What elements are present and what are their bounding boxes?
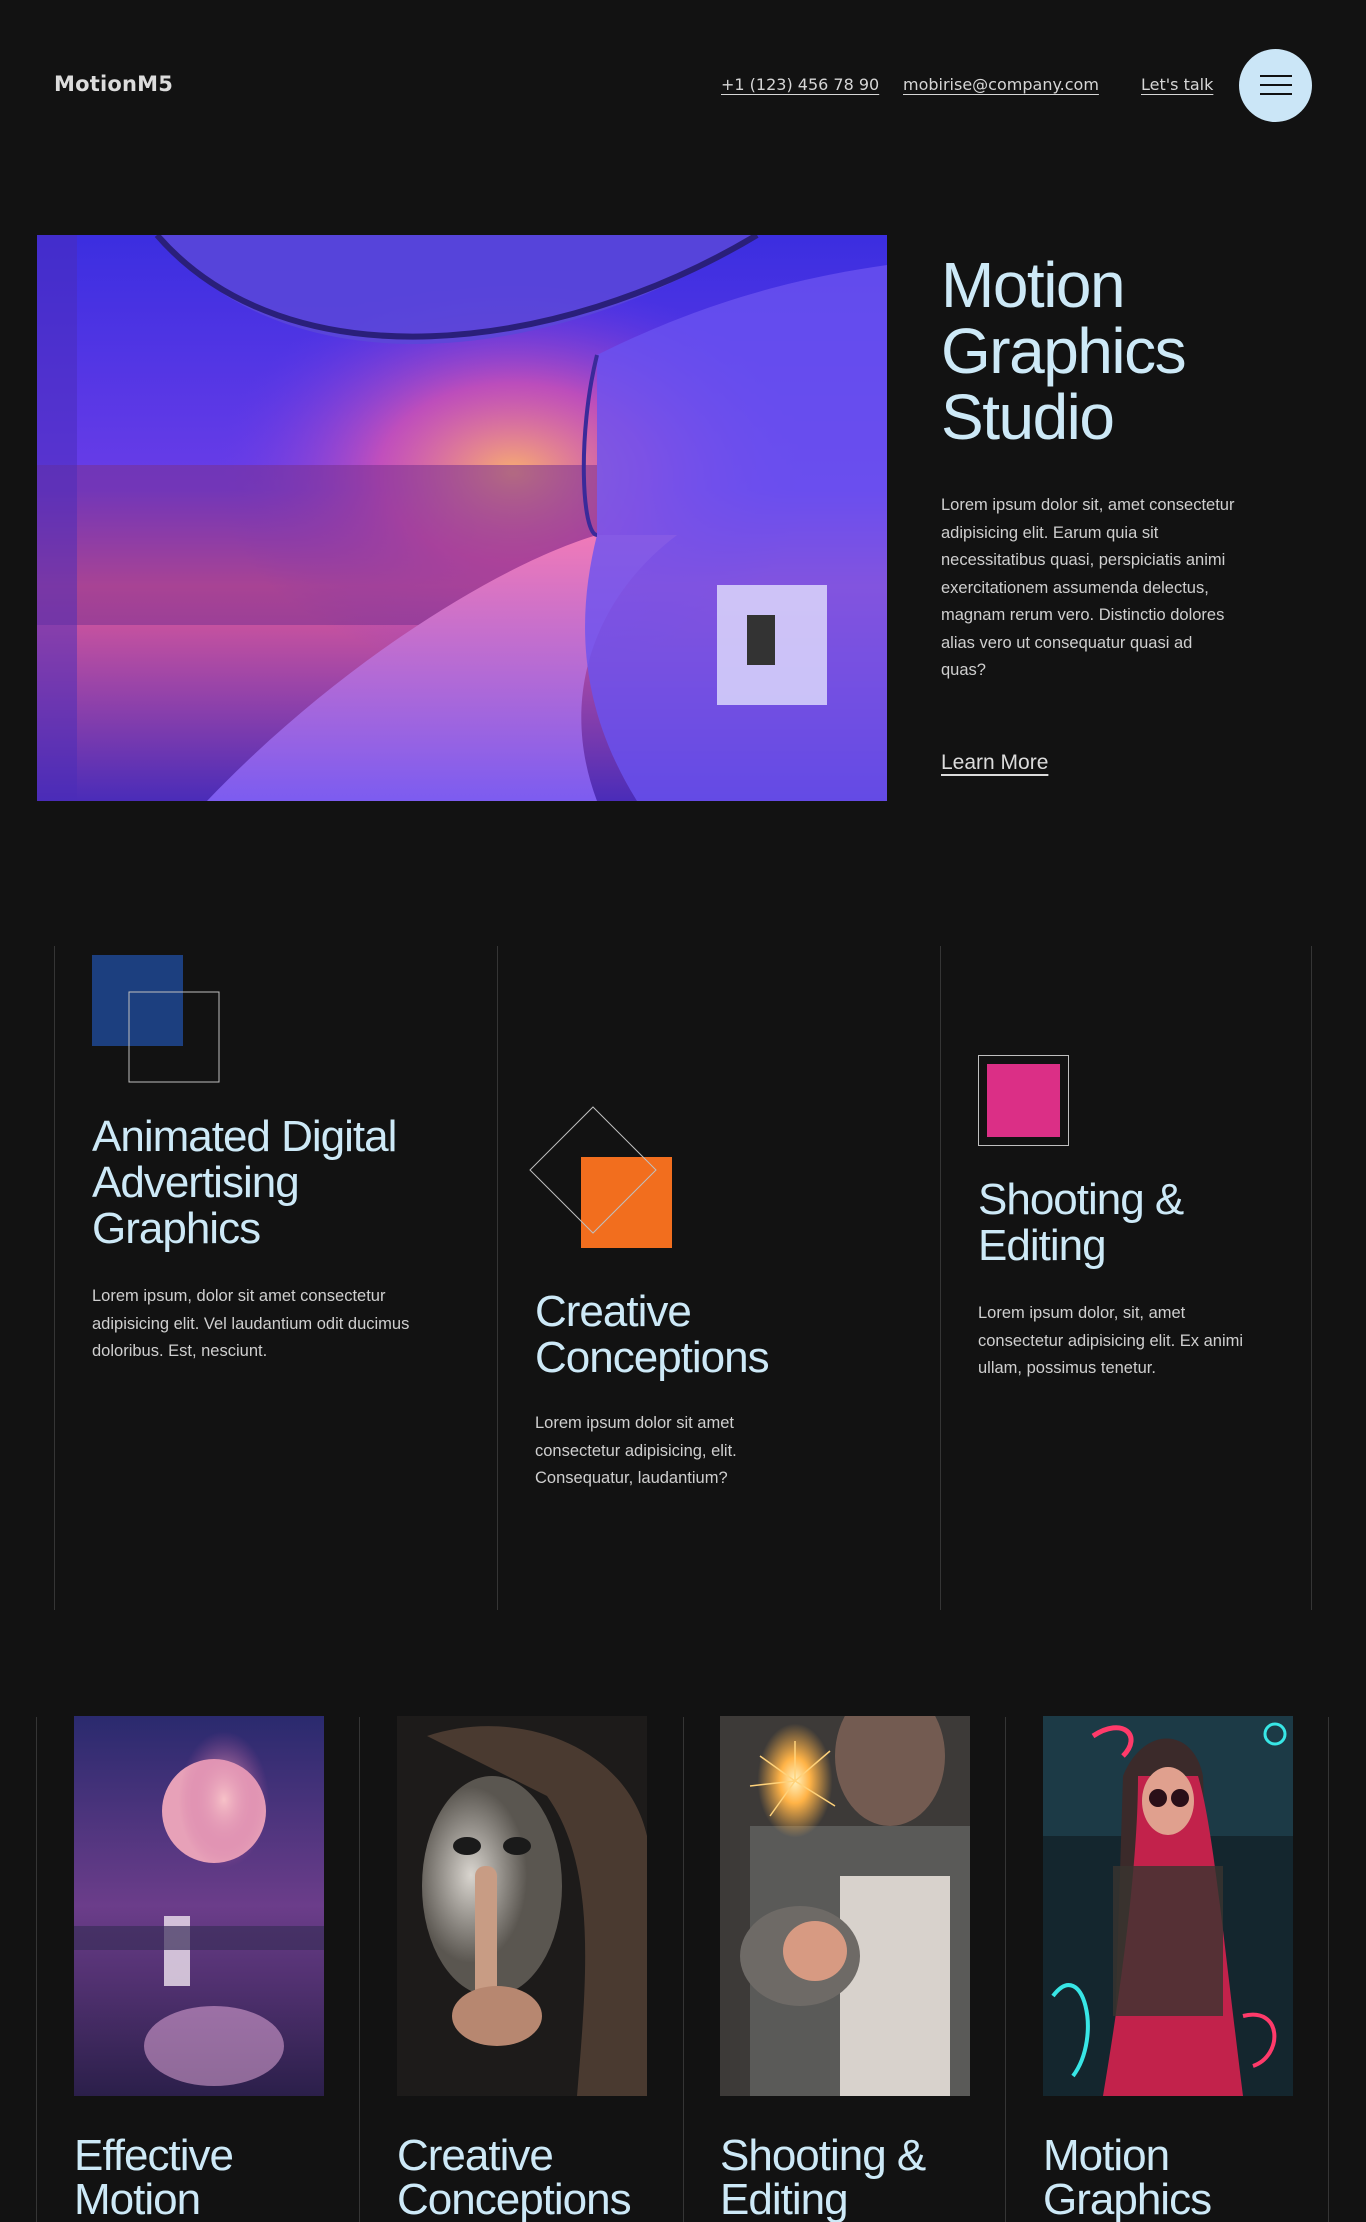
feature-description: Lorem ipsum dolor sit amet consectetur a… [535, 1414, 737, 1487]
feature-title: Animated Digital Advertising Graphics [92, 1112, 397, 1253]
hero-image [37, 235, 887, 801]
hero-description: Lorem ipsum dolor sit, amet consectetur … [941, 496, 1235, 679]
card-title: Creative Conceptions [397, 2131, 632, 2222]
card-image [720, 1716, 970, 2096]
site-header: MotionM5 +1 (123) 456 78 90 mobirise@com… [0, 0, 1366, 170]
feature-description: Lorem ipsum, dolor sit amet consectetur … [92, 1287, 410, 1360]
hamburger-icon [1260, 75, 1292, 77]
divider [940, 946, 941, 1610]
brand-logo[interactable]: MotionM5 [54, 72, 173, 96]
learn-more-link[interactable]: Learn More [941, 751, 1048, 775]
divider [683, 1717, 684, 2222]
hero-title: Motion Graphics Studio [941, 249, 1187, 453]
divider [497, 946, 498, 1610]
feature-description: Lorem ipsum dolor, sit, amet consectetur… [978, 1304, 1244, 1377]
card-title: Shooting & Editing [720, 2131, 926, 2222]
hamburger-icon-bar [1260, 84, 1292, 86]
framed-square-icon [978, 1055, 1069, 1146]
hamburger-icon-bar [1260, 93, 1292, 95]
divider [54, 946, 55, 1610]
divider [36, 1717, 37, 2222]
email-link[interactable]: mobirise@company.com [903, 75, 1099, 94]
diamond-square-icon [529, 1106, 672, 1248]
divider [1005, 1717, 1006, 2222]
feature-title: Creative Conceptions [535, 1287, 770, 1382]
feature-title: Shooting & Editing [978, 1175, 1184, 1270]
phone-link[interactable]: +1 (123) 456 78 90 [721, 75, 879, 94]
overlapping-squares-icon [92, 955, 220, 1083]
lets-talk-link[interactable]: Let's talk [1141, 75, 1213, 94]
card-title: Motion Graphics [1043, 2131, 1212, 2222]
card-image [397, 1716, 647, 2096]
card-image [74, 1716, 324, 2096]
card-image [1043, 1716, 1293, 2096]
divider [1328, 1717, 1329, 2222]
card-title: Effective Motion [74, 2131, 234, 2222]
divider [1311, 946, 1312, 1610]
divider [359, 1717, 360, 2222]
menu-button[interactable] [1239, 49, 1312, 122]
